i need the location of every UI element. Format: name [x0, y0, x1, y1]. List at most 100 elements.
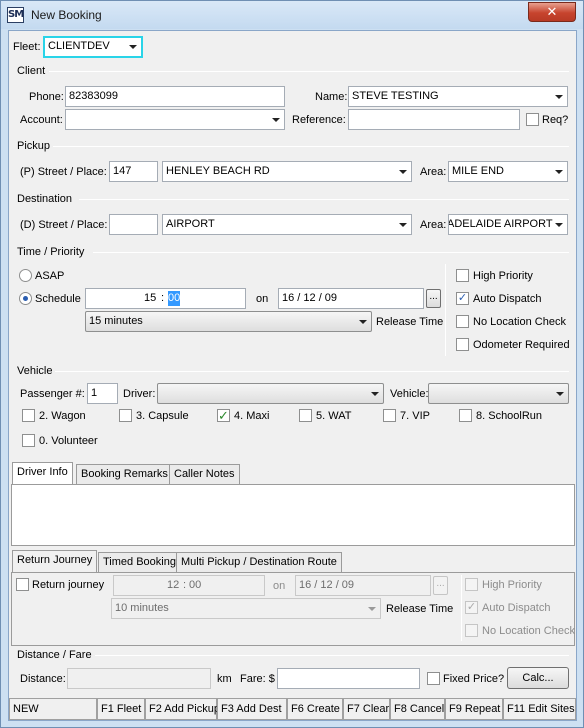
fixed-price-checkbox[interactable] — [427, 672, 440, 685]
account-label: Account: — [20, 114, 63, 126]
reference-input[interactable] — [348, 109, 520, 130]
status-bar: NEW F1 Fleet F2 Add Pickup F3 Add Dest F… — [9, 698, 576, 720]
f3-add-dest-key[interactable]: F3 Add Dest — [217, 698, 287, 720]
driver-select[interactable] — [157, 383, 384, 404]
close-button[interactable]: ✕ — [528, 2, 576, 22]
req-label: Req? — [542, 114, 569, 126]
name-label: Name: — [315, 91, 348, 103]
return-journey-checkbox[interactable] — [16, 578, 29, 591]
f7-clear-key[interactable]: F7 Clear — [343, 698, 390, 720]
schedule-minute: 00 — [168, 291, 181, 306]
vehicle-type-volunteer-label: 0. Volunteer — [39, 435, 98, 447]
title-bar[interactable]: SM New Booking ✕ — [1, 1, 583, 29]
client-divider — [49, 71, 569, 72]
f1-fleet-key[interactable]: F1 Fleet — [97, 698, 145, 720]
release-time-select[interactable]: 15 minutes — [85, 311, 372, 332]
info-tabs: Driver Info Booking Remarks Caller Notes — [12, 462, 574, 485]
return-release-time-value: 10 minutes — [115, 602, 169, 614]
distance-label: Distance: — [20, 673, 66, 685]
auto-dispatch-label: Auto Dispatch — [473, 293, 542, 305]
return-hour: 12 — [167, 579, 180, 591]
chevron-down-icon — [368, 607, 376, 611]
fleet-select[interactable]: CLIENTDEV — [43, 36, 143, 58]
f8-cancel-key[interactable]: F8 Cancel — [390, 698, 445, 720]
vehicle-type-schoolrun-checkbox[interactable] — [459, 409, 472, 422]
chevron-down-icon — [371, 392, 379, 396]
return-minute: 00 — [189, 579, 202, 591]
tab-caller-notes[interactable]: Caller Notes — [169, 464, 240, 484]
return-time-colon: : — [183, 579, 187, 591]
vehicle-type-maxi-label: 4. Maxi — [234, 410, 270, 422]
vehicle-type-wagon-checkbox[interactable] — [22, 409, 35, 422]
chevron-down-icon — [555, 170, 563, 174]
vehicle-divider — [55, 371, 569, 372]
pickup-number-input[interactable]: 147 — [109, 161, 158, 182]
pickup-street-value: HENLEY BEACH RD — [166, 165, 270, 177]
release-time-value: 15 minutes — [89, 315, 143, 327]
passenger-input[interactable]: 1 — [87, 383, 118, 404]
driver-label: Driver: — [123, 388, 156, 400]
return-high-priority-checkbox[interactable] — [465, 578, 478, 591]
km-label: km — [217, 673, 232, 685]
pickup-area-select[interactable]: MILE END — [448, 161, 568, 182]
f2-add-pickup-key[interactable]: F2 Add Pickup — [145, 698, 220, 720]
schedule-date-input[interactable]: 16 / 12 / 09 — [278, 288, 424, 309]
phone-input[interactable]: 82383099 — [65, 86, 285, 107]
fare-input[interactable] — [277, 668, 420, 689]
f9-repeat-key[interactable]: F9 Repeat — [445, 698, 503, 720]
pickup-street-select[interactable]: HENLEY BEACH RD — [162, 161, 412, 182]
driver-info-textarea[interactable] — [11, 484, 575, 546]
tab-driver-info[interactable]: Driver Info — [12, 462, 73, 484]
vehicle-type-vip-checkbox[interactable] — [383, 409, 396, 422]
destination-area-select[interactable]: ADELAIDE AIRPORT — [448, 214, 568, 235]
vehicle-select[interactable] — [428, 383, 569, 404]
distance-input[interactable] — [67, 668, 211, 689]
tab-timed-booking[interactable]: Timed Booking — [98, 552, 181, 572]
fixed-price-label: Fixed Price? — [443, 673, 505, 685]
chevron-down-icon — [399, 223, 407, 227]
date-picker-button[interactable]: ... — [426, 289, 441, 308]
return-date-input[interactable]: 16 / 12 / 09 — [295, 575, 431, 596]
vehicle-type-schoolrun-label: 8. SchoolRun — [476, 410, 543, 422]
chevron-down-icon — [555, 95, 563, 99]
chevron-down-icon — [555, 223, 563, 227]
return-release-time-select[interactable]: 10 minutes — [111, 598, 381, 619]
return-date-picker-button[interactable]: ... — [433, 576, 448, 595]
return-time-input[interactable]: 12 : 00 — [113, 575, 265, 596]
return-release-time-label: Release Time — [386, 603, 454, 615]
odometer-required-checkbox[interactable] — [456, 338, 469, 351]
no-location-check-checkbox[interactable] — [456, 315, 469, 328]
fleet-label: Fleet: — [13, 41, 41, 53]
tab-multi-pickup[interactable]: Multi Pickup / Destination Route — [176, 552, 342, 572]
req-checkbox[interactable] — [526, 113, 539, 126]
f11-edit-sites-key[interactable]: F11 Edit Sites — [503, 698, 576, 720]
vehicle-type-volunteer-checkbox[interactable] — [22, 434, 35, 447]
account-select[interactable] — [65, 109, 285, 130]
auto-dispatch-checkbox[interactable]: ✓ — [456, 292, 469, 305]
f6-create-key[interactable]: F6 Create — [287, 698, 343, 720]
window-title: New Booking — [31, 8, 102, 22]
high-priority-checkbox[interactable] — [456, 269, 469, 282]
name-select[interactable]: STEVE TESTING — [348, 86, 568, 107]
app-logo-icon: SM — [7, 7, 24, 23]
schedule-time-input[interactable]: 15 : 00 — [85, 288, 246, 309]
destination-street-select[interactable]: AIRPORT — [162, 214, 412, 235]
calc-button[interactable]: Calc... — [507, 667, 569, 689]
destination-number-input[interactable] — [109, 214, 158, 235]
vehicle-type-maxi-checkbox[interactable]: ✓ — [217, 409, 230, 422]
pickup-area-value: MILE END — [452, 165, 504, 177]
return-tabs: Return Journey Timed Booking Multi Picku… — [12, 550, 574, 573]
destination-area-value: ADELAIDE AIRPORT — [448, 218, 553, 230]
vehicle-type-wat-checkbox[interactable] — [299, 409, 312, 422]
schedule-time-colon: : — [161, 292, 165, 304]
return-auto-dispatch-checkbox[interactable]: ✓ — [465, 601, 478, 614]
phone-label: Phone: — [29, 91, 64, 103]
asap-radio[interactable] — [19, 269, 32, 282]
schedule-radio[interactable] — [19, 292, 32, 305]
tab-booking-remarks[interactable]: Booking Remarks — [76, 464, 173, 484]
return-no-location-check-checkbox[interactable] — [465, 624, 478, 637]
tab-return-journey[interactable]: Return Journey — [12, 550, 98, 572]
fare-divider — [95, 655, 569, 656]
vehicle-type-vip-label: 7. VIP — [400, 410, 430, 422]
vehicle-type-capsule-checkbox[interactable] — [119, 409, 132, 422]
